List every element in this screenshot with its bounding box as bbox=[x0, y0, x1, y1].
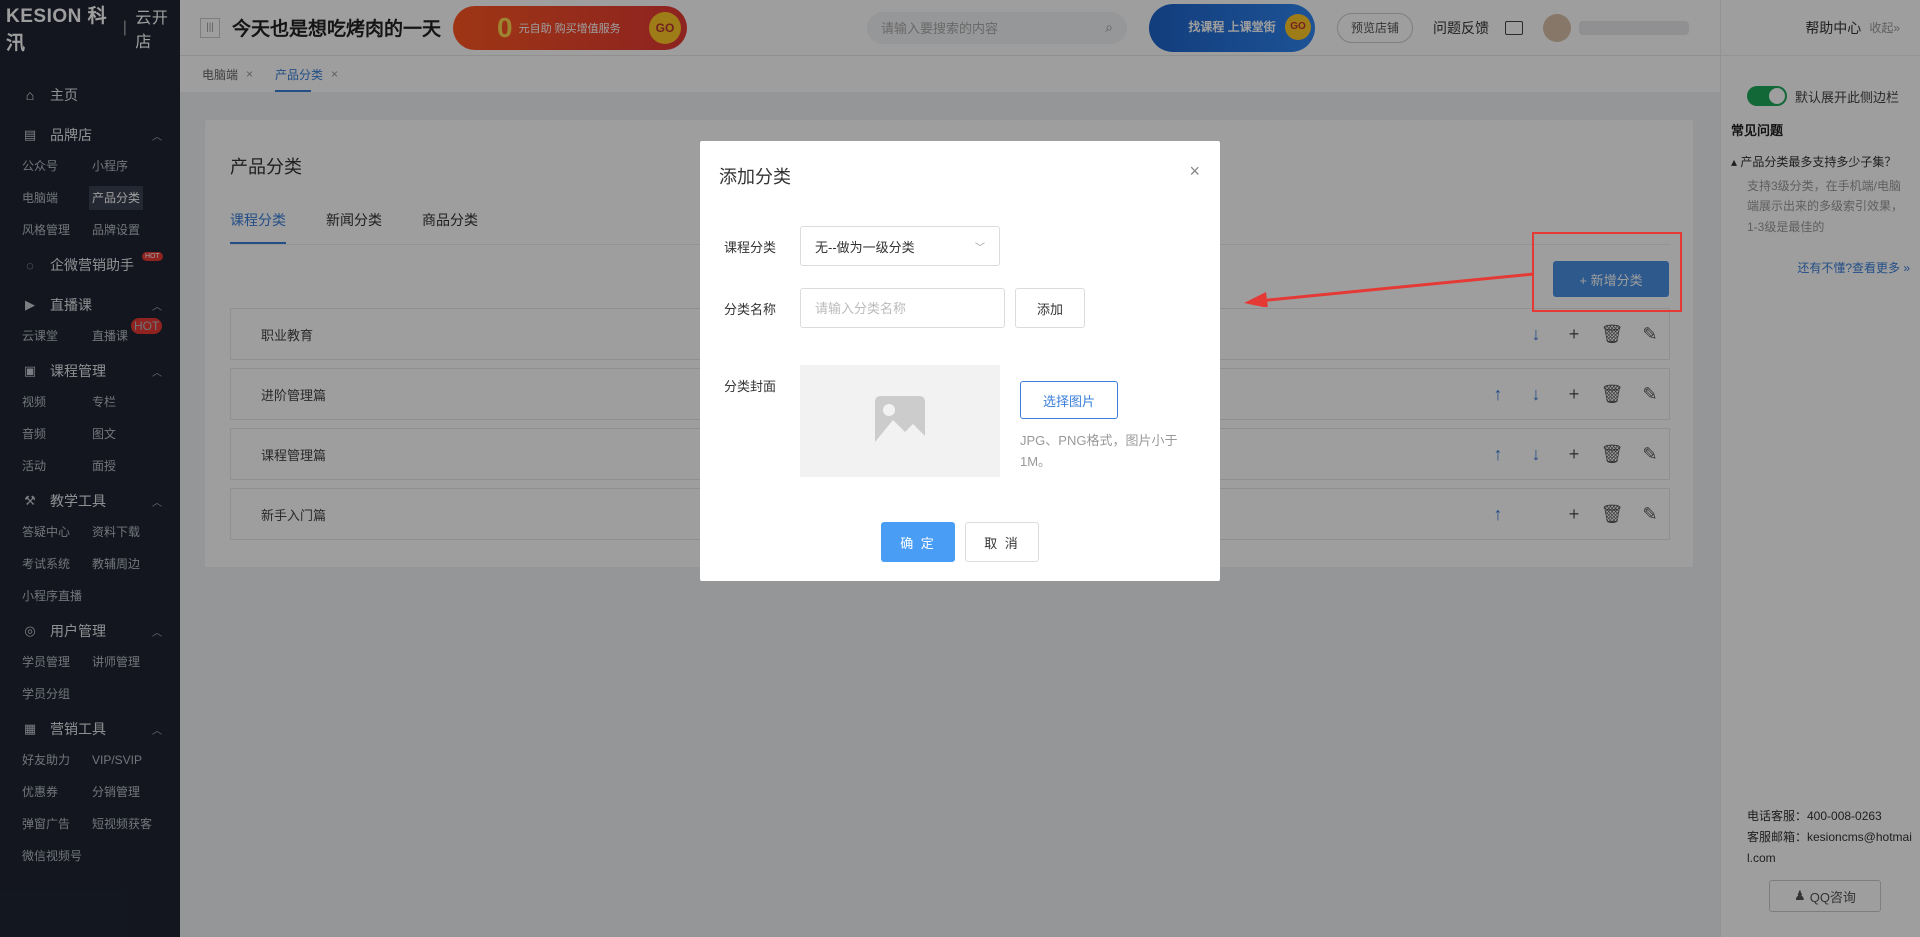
add-name-button[interactable]: 添加 bbox=[1015, 288, 1085, 328]
highlight-box bbox=[1532, 232, 1682, 312]
confirm-button[interactable]: 确 定 bbox=[881, 522, 955, 562]
category-name-input[interactable] bbox=[800, 288, 1005, 328]
image-hint: JPG、PNG格式，图片小于1M。 bbox=[1020, 433, 1178, 469]
annotation-arrow bbox=[1244, 272, 1534, 307]
chevron-down-icon: ﹀ bbox=[975, 242, 985, 254]
select-value: 无--做为一级分类 bbox=[815, 239, 915, 255]
cover-preview[interactable] bbox=[800, 365, 1000, 477]
choose-image-button[interactable]: 选择图片 bbox=[1020, 381, 1118, 419]
cancel-button[interactable]: 取 消 bbox=[965, 522, 1039, 562]
close-icon[interactable]: × bbox=[1189, 161, 1200, 182]
name-label: 分类名称 bbox=[724, 302, 777, 317]
image-placeholder-icon bbox=[875, 396, 925, 446]
category-label: 课程分类 bbox=[724, 240, 777, 255]
dialog-title: 添加分类 bbox=[719, 167, 791, 187]
parent-category-select[interactable]: 无--做为一级分类 ﹀ bbox=[800, 226, 1000, 266]
cover-label: 分类封面 bbox=[724, 379, 777, 394]
add-category-dialog: 添加分类 × 课程分类 无--做为一级分类 ﹀ 分类名称 添加 分类封面 选择图… bbox=[700, 141, 1220, 581]
